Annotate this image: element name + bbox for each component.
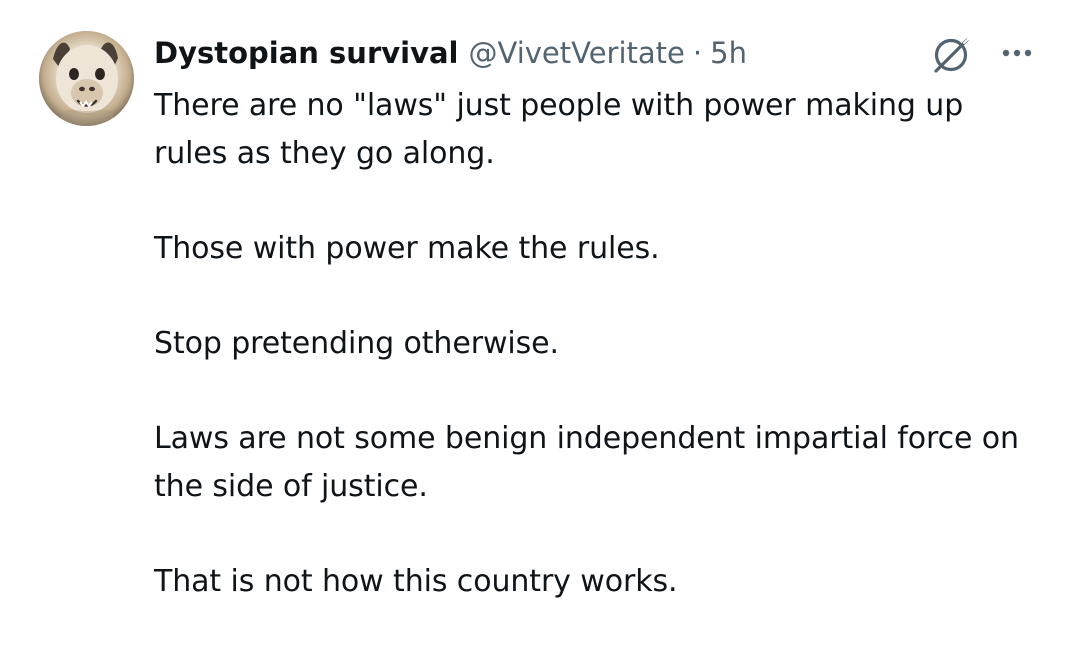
tweet[interactable]: Dystopian survival @VivetVeritate · 5h T…	[0, 0, 1071, 619]
tweet-paragraph: That is not how this country works.	[154, 564, 678, 599]
tweet-paragraph: There are no "laws" just people with pow…	[154, 88, 964, 171]
tweet-paragraph: Stop pretending otherwise.	[154, 326, 559, 361]
tweet-paragraph: Those with power make the rules.	[154, 231, 660, 266]
tweet-paragraph: Laws are not some benign independent imp…	[154, 421, 1019, 504]
tweet-timestamp[interactable]: 5h	[710, 30, 747, 76]
alpaca-avatar-icon	[39, 31, 134, 126]
author-display-name[interactable]: Dystopian survival	[154, 30, 459, 76]
grok-slash-icon	[934, 37, 970, 73]
tweet-header: Dystopian survival @VivetVeritate · 5h	[154, 30, 747, 76]
more-options-button[interactable]	[995, 34, 1039, 72]
tweet-text: There are no "laws" just people with pow…	[154, 82, 1034, 653]
author-handle[interactable]: @VivetVeritate	[469, 30, 685, 76]
grok-button[interactable]	[927, 31, 975, 79]
separator-dot: ·	[692, 36, 703, 70]
avatar[interactable]	[39, 31, 134, 126]
more-options-icon	[1002, 49, 1032, 57]
